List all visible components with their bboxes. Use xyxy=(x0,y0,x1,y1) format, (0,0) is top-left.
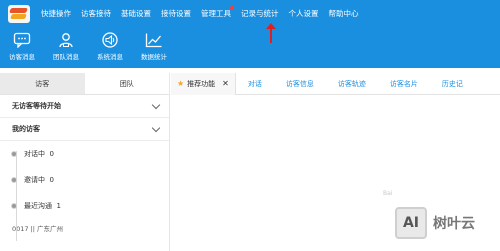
left-panel: 访客 团队 无访客等待开始 我的访客 对话中 0 邀请中 0 最近沟通 1 00… xyxy=(0,73,170,251)
main-menu: 快捷操作 访客接待 基础设置 接待设置 管理工具 记录与统计 个人设置 帮助中心 xyxy=(36,0,364,26)
system-messages-button[interactable]: 系统消息 xyxy=(88,28,132,68)
visitor-item[interactable]: 0017 || 广东广州 xyxy=(12,219,169,237)
trend-chart-icon xyxy=(145,33,162,48)
app-window: 快捷操作 访客接待 基础设置 接待设置 管理工具 记录与统计 个人设置 帮助中心… xyxy=(0,0,500,251)
menu-item-help-center[interactable]: 帮助中心 xyxy=(324,8,364,19)
visitor-status-list: 对话中 0 邀请中 0 最近沟通 1 xyxy=(0,141,169,241)
tool-label: 团队消息 xyxy=(53,53,79,61)
team-icon xyxy=(59,33,73,48)
top-header: 快捷操作 访客接待 基础设置 接待设置 管理工具 记录与统计 个人设置 帮助中心… xyxy=(0,0,500,68)
chevron-down-icon xyxy=(151,100,161,109)
chat-bubble-icon xyxy=(13,32,31,48)
section-label: 无访客等待开始 xyxy=(12,102,61,110)
tab-visitors[interactable]: 访客 xyxy=(0,73,85,94)
status-row-recent[interactable]: 最近沟通 1 xyxy=(11,193,169,219)
status-label: 最近沟通 xyxy=(24,202,52,210)
red-arrow-annotation xyxy=(266,23,276,43)
tab-visitor-trail[interactable]: 访客轨迹 xyxy=(326,73,378,95)
tab-history[interactable]: 历史记 xyxy=(430,73,475,95)
faint-watermark-text: Bai xyxy=(383,190,393,197)
status-count: 0 xyxy=(49,176,54,184)
chevron-down-icon xyxy=(151,123,161,132)
app-logo xyxy=(8,5,30,23)
tab-team[interactable]: 团队 xyxy=(84,73,169,94)
visitor-messages-button[interactable]: 访客消息 xyxy=(0,28,44,68)
notification-dot xyxy=(230,5,234,10)
watermark-text: 树叶云 xyxy=(433,216,475,232)
close-icon[interactable]: ✕ xyxy=(222,79,229,88)
star-icon: ★ xyxy=(177,79,185,88)
menu-item-label: 管理工具 xyxy=(201,8,231,18)
toolbar: 访客消息 团队消息 系统消息 数据统计 xyxy=(0,28,176,68)
section-waiting[interactable]: 无访客等待开始 xyxy=(0,95,169,118)
tool-label: 访客消息 xyxy=(9,53,35,61)
status-row-inviting[interactable]: 邀请中 0 xyxy=(11,167,169,193)
status-label: 邀请中 xyxy=(24,176,45,184)
bullet-icon xyxy=(11,177,17,183)
tool-label: 系统消息 xyxy=(97,53,123,61)
menu-item-reception-settings[interactable]: 接待设置 xyxy=(156,8,196,19)
tab-conversation[interactable]: 对话 xyxy=(236,73,274,95)
menu-item-shortcuts[interactable]: 快捷操作 xyxy=(36,8,76,19)
content-tabs: ★ 推荐功能 ✕ 对话 访客信息 访客轨迹 访客名片 历史记 xyxy=(171,72,500,95)
status-count: 0 xyxy=(49,150,54,158)
team-messages-button[interactable]: 团队消息 xyxy=(44,28,88,68)
tab-label: 推荐功能 xyxy=(187,79,216,88)
status-label: 对话中 xyxy=(24,150,45,158)
menu-item-management-tools[interactable]: 管理工具 xyxy=(196,5,236,19)
bullet-icon xyxy=(11,151,17,157)
status-count: 1 xyxy=(56,202,61,210)
section-my-visitors[interactable]: 我的访客 xyxy=(0,118,169,141)
watermark-logo: AI xyxy=(395,207,427,239)
bullet-icon xyxy=(11,203,17,209)
menu-item-visitor-reception[interactable]: 访客接待 xyxy=(76,8,116,19)
watermark: AI 树叶云 xyxy=(395,204,495,242)
menu-item-basic-settings[interactable]: 基础设置 xyxy=(116,8,156,19)
tool-label: 数据统计 xyxy=(141,53,167,61)
data-statistics-button[interactable]: 数据统计 xyxy=(132,28,176,68)
tab-recommended-features[interactable]: ★ 推荐功能 ✕ xyxy=(171,72,236,95)
tab-visitor-card[interactable]: 访客名片 xyxy=(378,73,430,95)
tab-visitor-info[interactable]: 访客信息 xyxy=(274,73,326,95)
left-panel-tabs: 访客 团队 xyxy=(0,73,169,95)
status-row-chatting[interactable]: 对话中 0 xyxy=(11,141,169,167)
speaker-icon xyxy=(102,32,118,48)
menu-item-personal-settings[interactable]: 个人设置 xyxy=(284,8,324,19)
menu-item-records-stats[interactable]: 记录与统计 xyxy=(236,8,284,19)
section-label: 我的访客 xyxy=(12,125,40,133)
